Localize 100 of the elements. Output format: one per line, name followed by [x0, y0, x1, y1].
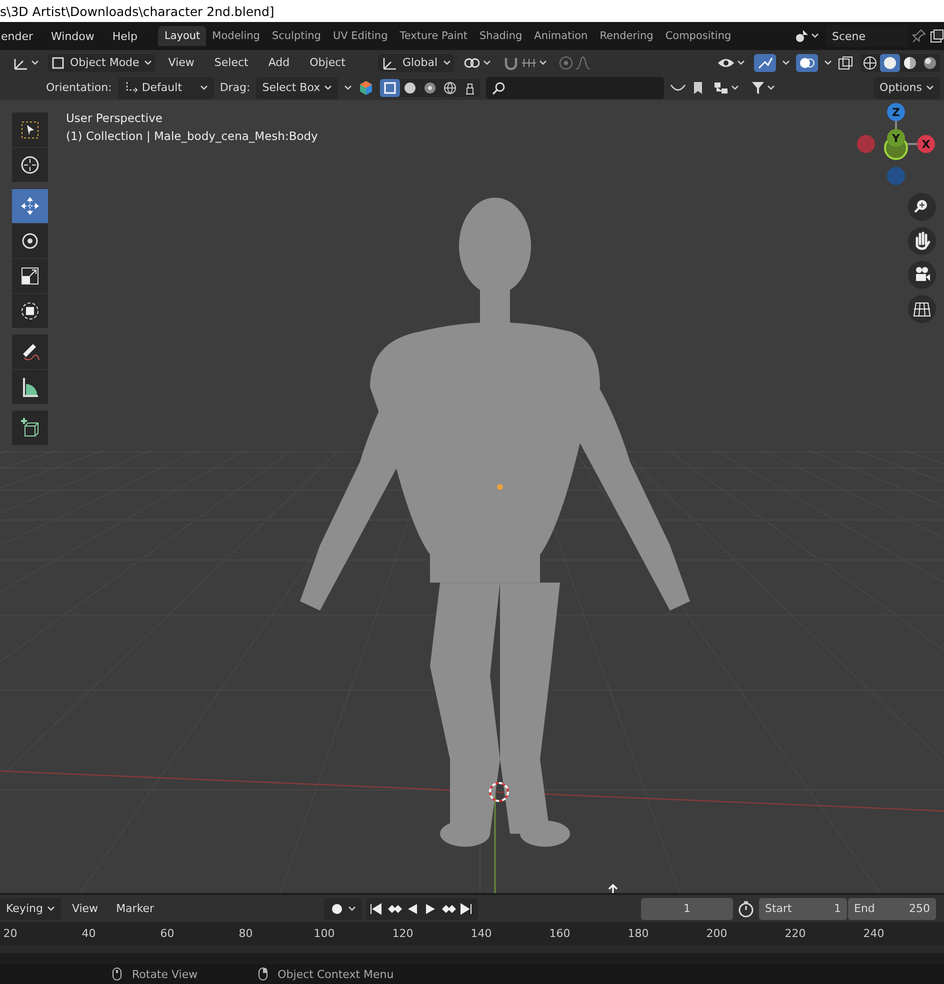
- object-type-icon: [423, 80, 438, 94]
- viewport-info-text: (1) Collection | Male_body_cena_Mesh:Body: [66, 128, 318, 145]
- status-hint: Object Context Menu: [278, 968, 394, 980]
- tool-button[interactable]: [12, 188, 48, 223]
- menu-item[interactable]: Select: [207, 53, 256, 72]
- field-value: 250: [909, 902, 930, 915]
- overlays-toggle[interactable]: [796, 54, 818, 72]
- origin-dot-icon: [496, 483, 504, 491]
- field-value: 1: [834, 902, 841, 915]
- caret-icon: [824, 60, 832, 66]
- caret-icon: [482, 60, 491, 66]
- tool-button[interactable]: [12, 369, 48, 404]
- mouse-middle-icon: [112, 967, 122, 981]
- caret-icon: [324, 84, 332, 90]
- navigation-gizmo[interactable]: Z Y X: [857, 103, 935, 185]
- object-type-icon: [443, 80, 458, 94]
- keying-dropdown[interactable]: Keying: [0, 898, 61, 920]
- solid-sphere-icon: [883, 56, 897, 70]
- caret-icon: [442, 60, 451, 66]
- scene-field[interactable]: Scene: [826, 25, 908, 47]
- frame-start-field[interactable]: Start 1: [759, 898, 847, 920]
- navigation-button[interactable]: [908, 193, 936, 221]
- navigation-button[interactable]: [908, 295, 936, 323]
- caret-icon: [782, 60, 790, 66]
- workspace-tab[interactable]: Sculpting: [266, 26, 327, 46]
- tool-button[interactable]: [12, 334, 48, 369]
- workspace-tab[interactable]: UV Editing: [326, 26, 394, 46]
- drag-dropdown[interactable]: Select Box: [256, 76, 338, 98]
- pin-icon[interactable]: [912, 29, 926, 43]
- menu-item[interactable]: View: [161, 53, 202, 72]
- menu-item[interactable]: Window: [44, 26, 102, 46]
- select-box-icon: [19, 119, 41, 141]
- caret-icon: [348, 906, 356, 912]
- frame-number: 160: [548, 927, 572, 940]
- orientation-dropdown[interactable]: Default: [118, 76, 214, 98]
- navigation-button[interactable]: [908, 227, 936, 255]
- caret-icon: [46, 906, 55, 912]
- field-label: End: [854, 902, 875, 915]
- frame-number: 60: [159, 927, 176, 940]
- workspace-tab[interactable]: Shading: [474, 26, 528, 46]
- search-field[interactable]: [486, 76, 664, 98]
- caret-icon: [737, 60, 745, 66]
- workspace-tab[interactable]: Texture Paint: [394, 26, 474, 46]
- tool-button[interactable]: [12, 147, 48, 182]
- object-type-icon: [403, 80, 418, 94]
- tool-button[interactable]: [12, 112, 48, 147]
- menu-item[interactable]: Add: [261, 53, 297, 72]
- xray-icon[interactable]: [838, 56, 854, 70]
- caret-icon: [731, 84, 740, 90]
- frame-number: 180: [626, 927, 650, 940]
- menu-item[interactable]: Help: [105, 26, 144, 46]
- frame-number: 120: [391, 927, 414, 940]
- target-icon: [558, 56, 573, 70]
- filter-icon: [751, 80, 766, 94]
- frame-number: 20: [2, 927, 18, 940]
- scale-icon: [19, 265, 41, 287]
- cube-outline-icon: [51, 56, 65, 70]
- workspace-tab[interactable]: Compositing: [659, 26, 738, 46]
- menu-item[interactable]: Marker: [109, 899, 162, 918]
- selectability-toggle[interactable]: [380, 78, 400, 96]
- mode-dropdown[interactable]: Object Mode: [48, 54, 156, 72]
- stopwatch-icon[interactable]: [737, 900, 755, 918]
- menu-item[interactable]: Object: [302, 53, 352, 72]
- caret-icon: [344, 84, 352, 90]
- tool-button[interactable]: [12, 293, 48, 328]
- overlay-circles-icon: [799, 56, 815, 70]
- menu-item[interactable]: View: [64, 899, 106, 918]
- hierarchy-icon: [713, 80, 730, 94]
- frame-number: 240: [862, 927, 886, 940]
- workspace-tab[interactable]: Layout: [158, 26, 206, 46]
- caret-icon: [200, 84, 208, 90]
- frame-number: 140: [470, 927, 493, 940]
- add-cube-icon: [19, 417, 41, 439]
- gizmo-icon: [757, 56, 773, 70]
- caret-icon: [926, 84, 934, 90]
- tool-button[interactable]: [12, 258, 48, 293]
- dropdown-value: Select Box: [262, 81, 320, 94]
- current-frame-field[interactable]: 1: [641, 898, 733, 920]
- workspace-tab[interactable]: Animation: [528, 26, 594, 46]
- color-cube-icon: [358, 80, 374, 96]
- transform-icon: [19, 300, 41, 322]
- add-scene-icon[interactable]: [930, 29, 944, 43]
- frame-end-field[interactable]: End 250: [848, 898, 936, 920]
- record-button[interactable]: [324, 898, 362, 920]
- workspace-tab[interactable]: Rendering: [594, 26, 660, 46]
- shading-mode-button[interactable]: [880, 54, 900, 72]
- navigation-button[interactable]: [908, 261, 936, 289]
- workspace-tab[interactable]: Modeling: [206, 26, 266, 46]
- tool-button[interactable]: [12, 410, 48, 445]
- menu-item[interactable]: ender: [0, 26, 40, 46]
- tool-button[interactable]: [12, 223, 48, 258]
- options-dropdown[interactable]: Options: [874, 76, 940, 98]
- transform-orientation-dropdown[interactable]: Global: [378, 54, 454, 72]
- caret-icon: [31, 60, 39, 66]
- frame-number: 220: [784, 927, 807, 940]
- bookmark-icon[interactable]: [692, 80, 704, 94]
- gizmo-toggle[interactable]: [754, 54, 776, 72]
- dropdown-value: Keying: [6, 902, 43, 915]
- material-sphere-icon: [903, 56, 917, 70]
- magnet-icon: [502, 56, 519, 70]
